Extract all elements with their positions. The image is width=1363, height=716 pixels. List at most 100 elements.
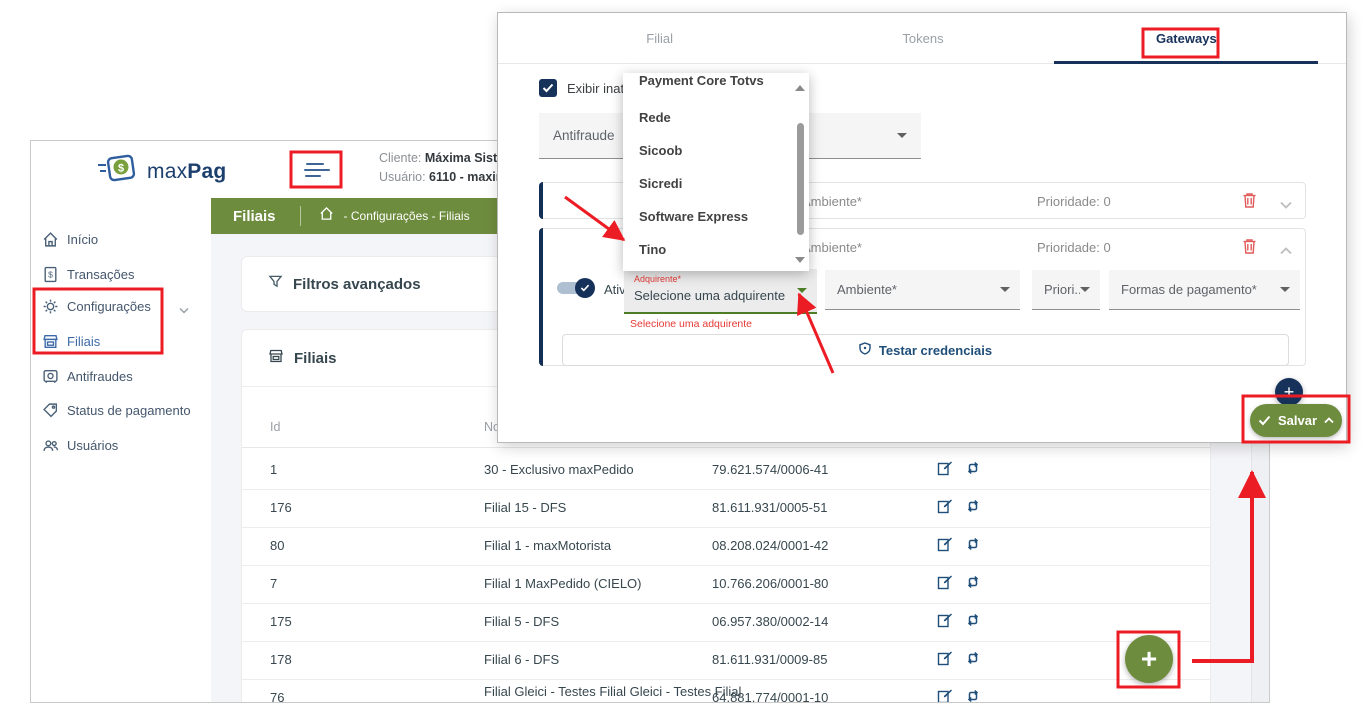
- test-credentials-button[interactable]: Testar credenciais: [562, 334, 1289, 366]
- sidebar-item-transacoes[interactable]: $ Transações: [31, 260, 211, 288]
- table-row: 7 Filial 1 MaxPedido (CIELO) 10.766.206/…: [242, 565, 1210, 604]
- dropdown-option[interactable]: Sicoob: [623, 139, 793, 161]
- tab-gateways[interactable]: Gateways: [1055, 13, 1318, 63]
- show-inactive-checkbox[interactable]: [539, 79, 557, 97]
- home-icon: [42, 231, 59, 248]
- tab-filial[interactable]: Filial: [528, 13, 791, 63]
- menu-line: [304, 169, 330, 171]
- sync-icon[interactable]: [965, 536, 981, 552]
- chevron-down-icon[interactable]: [1280, 196, 1292, 214]
- edit-icon[interactable]: [937, 460, 953, 476]
- chevron-down-icon[interactable]: [179, 301, 189, 319]
- safe-icon: [42, 368, 59, 385]
- chevron-up-icon[interactable]: [1280, 242, 1292, 260]
- svg-text:$: $: [48, 269, 53, 279]
- sidebar-item-usuarios[interactable]: Usuários: [31, 431, 211, 459]
- dropdown-option[interactable]: Payment Core Totvs: [623, 73, 793, 91]
- table-row: 1 30 - Exclusivo maxPedido 79.621.574/00…: [242, 451, 1210, 490]
- prioridade-label: Prioridade: 0: [1037, 240, 1111, 255]
- sync-icon[interactable]: [965, 574, 981, 590]
- chevron-up-icon: [1324, 417, 1334, 424]
- sidebar-item-inicio[interactable]: Início: [31, 225, 211, 253]
- trash-icon[interactable]: [1242, 192, 1257, 214]
- dropdown-option[interactable]: Sicredi: [623, 172, 793, 194]
- formas-pagamento-select[interactable]: Formas de pagamento*: [1109, 270, 1300, 310]
- caret-down-icon: [1080, 287, 1090, 292]
- maxpag-logo-icon: $: [97, 153, 139, 190]
- filial-dialog: Filial Tokens Gateways Exibir inativo An…: [497, 12, 1347, 443]
- edit-icon[interactable]: [937, 498, 953, 514]
- active-tab-underline: [1054, 61, 1318, 64]
- cell-name: Filial 15 - DFS: [484, 500, 566, 515]
- cell-id: 7: [270, 576, 277, 591]
- cell-cnpj: 10.766.206/0001-80: [712, 576, 828, 591]
- sync-icon[interactable]: [965, 688, 981, 703]
- gear-icon: [42, 298, 59, 315]
- edit-icon[interactable]: [937, 574, 953, 590]
- cell-id: 80: [270, 538, 284, 553]
- scroll-down-icon[interactable]: [795, 257, 805, 263]
- sync-icon[interactable]: [965, 612, 981, 628]
- edit-icon[interactable]: [937, 612, 953, 628]
- table-row: 176 Filial 15 - DFS 81.611.931/0005-51: [242, 489, 1210, 528]
- cell-name: Filial 1 - maxMotorista: [484, 538, 611, 553]
- edit-icon[interactable]: [937, 650, 953, 666]
- sidebar-item-status-pagamento[interactable]: Status de pagamento: [31, 396, 211, 424]
- shield-icon: [859, 342, 871, 358]
- sync-icon[interactable]: [965, 460, 981, 476]
- trash-icon[interactable]: [1242, 238, 1257, 260]
- cell-id: 1: [270, 462, 277, 477]
- cell-cnpj: 06.957.380/0002-14: [712, 614, 828, 629]
- save-button[interactable]: Salvar: [1250, 404, 1342, 437]
- home-icon[interactable]: [319, 206, 334, 226]
- cell-cnpj: 79.621.574/0006-41: [712, 462, 828, 477]
- table-row: 178 Filial 6 - DFS 81.611.931/0009-85: [242, 641, 1210, 680]
- cell-name: Filial 1 MaxPedido (CIELO): [484, 576, 642, 591]
- caret-down-icon: [797, 288, 807, 293]
- sync-icon[interactable]: [965, 498, 981, 514]
- column-header-id: Id: [270, 420, 280, 434]
- tab-label: Gateways: [1156, 31, 1217, 46]
- adquirente-select[interactable]: Adquirente* Selecione uma adquirente: [624, 269, 817, 314]
- ambiente-select[interactable]: Ambiente*: [825, 270, 1020, 310]
- sidebar-item-filiais[interactable]: Filiais: [31, 327, 211, 355]
- edit-icon[interactable]: [937, 536, 953, 552]
- dialog-tabbar: Filial Tokens Gateways: [528, 13, 1318, 63]
- tab-tokens[interactable]: Tokens: [791, 13, 1054, 63]
- dropdown-option[interactable]: Software Express: [623, 205, 793, 227]
- scroll-up-icon[interactable]: [795, 85, 805, 91]
- caret-down-icon: [897, 133, 907, 138]
- sync-icon[interactable]: [965, 650, 981, 666]
- sidebar-item-label: Usuários: [67, 438, 118, 453]
- divider: [242, 447, 1210, 448]
- sidebar-item-configuracoes[interactable]: Configurações: [31, 292, 211, 320]
- add-gateway-fab[interactable]: +: [1275, 378, 1303, 406]
- tab-label: Filial: [646, 31, 673, 46]
- cell-id: 175: [270, 614, 292, 629]
- prioridade-label: Prioridade: 0: [1037, 194, 1111, 209]
- screenshot-canvas: $ maxPag Cliente: Máxima Sistemas Usuári…: [0, 0, 1363, 716]
- cell-name: Filial 6 - DFS: [484, 652, 559, 667]
- edit-icon[interactable]: [937, 688, 953, 703]
- formas-select-label: Formas de pagamento*: [1121, 282, 1280, 297]
- plus-icon: +: [1284, 382, 1295, 403]
- ativo-toggle[interactable]: [555, 279, 595, 297]
- sidebar-item-label: Transações: [67, 267, 134, 282]
- ambiente-label: Ambiente*: [802, 240, 862, 255]
- table-row: 76 Filial Gleici - Testes Filial Gleici …: [242, 679, 1210, 703]
- dropdown-option[interactable]: Tino: [623, 238, 793, 260]
- breadcrumb: - Configurações - Filiais: [344, 209, 470, 223]
- dropdown-option[interactable]: Rede: [623, 106, 793, 128]
- ambiente-select-label: Ambiente*: [837, 282, 1000, 297]
- maxpag-logo-text: maxPag: [147, 160, 226, 184]
- svg-text:$: $: [118, 163, 124, 175]
- cell-cnpj: 08.208.024/0001-42: [712, 538, 828, 553]
- sidebar: Início $ Transações Configurações: [31, 198, 212, 703]
- prioridade-select[interactable]: Priori...: [1032, 270, 1100, 310]
- add-filial-fab[interactable]: +: [1125, 635, 1173, 683]
- dropdown-scrollbar[interactable]: [797, 123, 804, 235]
- plus-icon: +: [1141, 643, 1157, 675]
- menu-line: [305, 175, 321, 177]
- sidebar-item-antifraudes[interactable]: Antifraudes: [31, 362, 211, 390]
- hamburger-menu-icon[interactable]: [294, 155, 340, 185]
